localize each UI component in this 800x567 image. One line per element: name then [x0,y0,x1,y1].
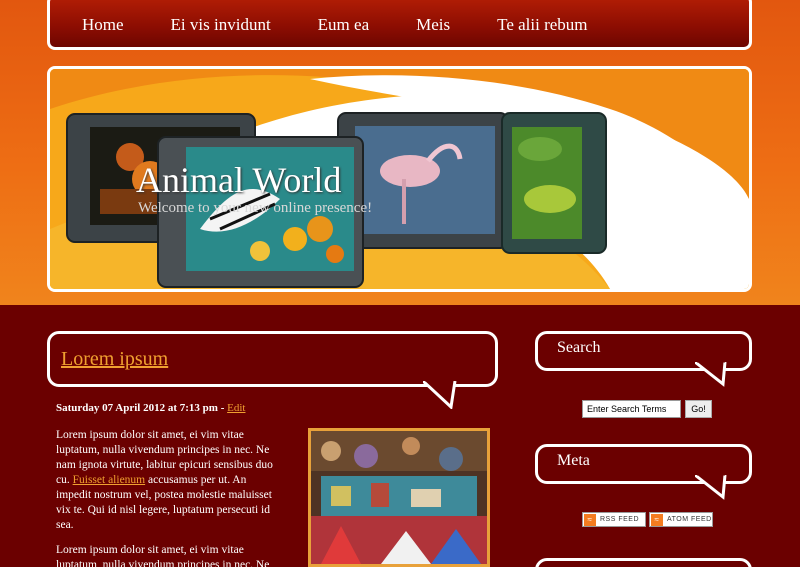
post-paragraph-2: Lorem ipsum dolor sit amet, ei vim vitae… [56,544,270,567]
nav-eum-ea[interactable]: Eum ea [318,15,369,35]
site-title[interactable]: Animal World [136,159,341,201]
meta-widget-title: Meta [557,452,590,469]
atom-icon: ≈ [651,513,663,526]
tv-frame-4 [501,112,607,254]
nav-home[interactable]: Home [82,15,124,35]
edit-link[interactable]: Edit [227,402,245,414]
bubble-tail [695,475,727,500]
search-go-button[interactable]: Go! [685,400,712,418]
atom-feed-badge[interactable]: ≈ ATOM FEED [649,512,713,527]
search-widget-header: Search [535,331,752,387]
search-widget-title: Search [557,339,601,356]
atom-feed-label: ATOM FEED [667,516,712,523]
post-paragraph-1: Lorem ipsum dolor sit amet, ei vim vitae… [56,428,284,533]
nav-ei-vis-invidunt[interactable]: Ei vis invidunt [171,15,271,35]
post-title-link[interactable]: Lorem ipsum [61,348,168,371]
post-date: Saturday 07 April 2012 at 7:13 pm - [56,402,228,414]
post-meta: Saturday 07 April 2012 at 7:13 pm - Edit [56,402,245,414]
fuisset-alienum-link[interactable]: Fuisset alienum [73,474,146,486]
rss-feed-label: RSS FEED [600,516,640,523]
rss-feed-badge[interactable]: ≈ RSS FEED [582,512,646,527]
bubble-tail [423,381,457,409]
meta-widget-header: Meta [535,444,752,500]
nav-te-alii-rebum[interactable]: Te alii rebum [497,15,587,35]
search-input[interactable]: Enter Search Terms [582,400,681,418]
rss-icon: ≈ [584,513,596,526]
nav-meis[interactable]: Meis [416,15,450,35]
post-photo [308,428,490,567]
site-subtitle: Welcome to your new online presence! [138,200,373,216]
post-title-box: Lorem ipsum [47,331,498,409]
next-widget-header [535,558,752,567]
bubble-tail [695,362,727,387]
header-banner: Animal World Welcome to your new online … [47,66,752,292]
market-photo-art [311,431,487,564]
main-nav: Home Ei vis invidunt Eum ea Meis Te alii… [47,0,752,50]
